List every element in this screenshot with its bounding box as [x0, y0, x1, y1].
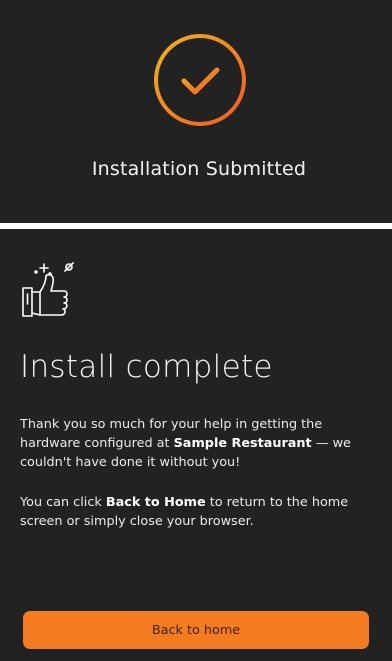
instructions-text-start: You can click [20, 495, 106, 510]
instructions-message: You can click Back to Home to return to … [20, 493, 375, 531]
page-title: Install complete [20, 349, 273, 385]
back-to-home-button[interactable]: Back to home [23, 611, 369, 649]
submitted-card: Installation Submitted [0, 0, 392, 223]
checkmark-circle-icon [152, 32, 248, 128]
thumbs-up-icon [20, 262, 84, 326]
submitted-title: Installation Submitted [91, 158, 307, 180]
back-to-home-reference: Back to Home [105, 495, 206, 510]
install-complete-card: Install complete Thank you so much for y… [0, 229, 392, 661]
thank-you-message: Thank you so much for your help in getti… [20, 415, 375, 472]
restaurant-name: Sample Restaurant [173, 436, 312, 451]
